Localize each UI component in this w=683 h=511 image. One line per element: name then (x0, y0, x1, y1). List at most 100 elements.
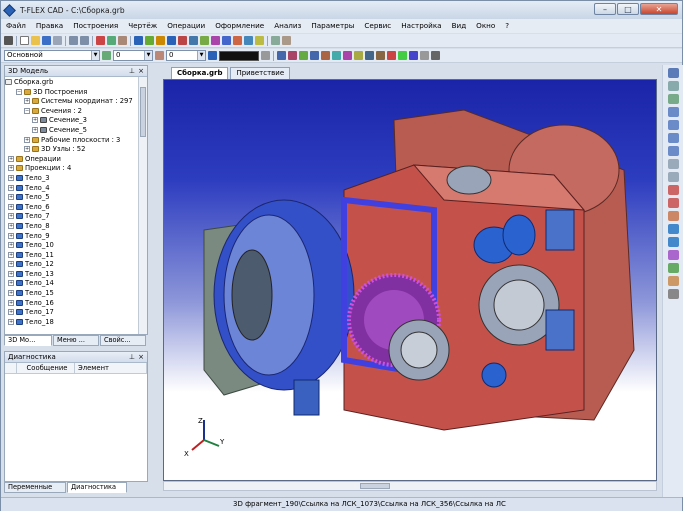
section-icon[interactable] (178, 36, 187, 45)
column-element[interactable]: Элемент (75, 363, 147, 373)
model-tree-scrollbar[interactable] (138, 77, 147, 334)
filter-12-icon[interactable] (398, 51, 407, 60)
expand-icon[interactable]: + (8, 251, 14, 258)
collapse-icon[interactable]: − (16, 88, 22, 95)
close-icon[interactable]: × (138, 352, 144, 362)
color-dropdown-icon[interactable] (261, 51, 270, 60)
tree-node[interactable]: + Тело_15 (5, 289, 138, 299)
3d-viewport[interactable]: Z X Y (163, 79, 657, 481)
zoom-prev-icon[interactable] (668, 159, 679, 169)
ruler-icon[interactable] (668, 289, 679, 299)
filter-10-icon[interactable] (376, 51, 385, 60)
redo-icon[interactable] (80, 36, 89, 45)
expand-icon[interactable]: + (8, 290, 14, 297)
filter-13-icon[interactable] (409, 51, 418, 60)
tree-root[interactable]: Сборка.grb (5, 78, 138, 88)
zoom-out-icon[interactable] (668, 120, 679, 130)
variables-icon[interactable] (244, 36, 253, 45)
filter-5-icon[interactable] (321, 51, 330, 60)
hidden-lines-icon[interactable] (668, 237, 679, 247)
menu-annotation[interactable]: Оформление (210, 19, 269, 33)
expand-icon[interactable]: + (8, 299, 14, 306)
tree-node[interactable]: + Тело_11 (5, 251, 138, 261)
tab-assembly-doc[interactable]: Сборка.grb (171, 67, 229, 79)
section-view-icon[interactable] (668, 250, 679, 260)
expand-icon[interactable]: + (24, 136, 30, 143)
tree-node[interactable]: +3D Узлы : 52 (5, 145, 138, 155)
grid-icon[interactable] (145, 36, 154, 45)
filter-1-icon[interactable] (277, 51, 286, 60)
expand-icon[interactable]: + (8, 232, 14, 239)
cut-icon[interactable] (96, 36, 105, 45)
tree-node[interactable]: + Тело_13 (5, 270, 138, 280)
tab-diagnostics[interactable]: Диагностика (67, 482, 127, 493)
collapse-icon[interactable]: − (24, 107, 30, 114)
render-icon[interactable] (222, 36, 231, 45)
zoom-next-icon[interactable] (668, 172, 679, 182)
tree-node[interactable]: + Тело_16 (5, 299, 138, 309)
menu-settings[interactable]: Настройка (396, 19, 446, 33)
expand-icon[interactable]: + (24, 146, 30, 153)
tree-node[interactable]: + Тело_12 (5, 260, 138, 270)
expand-icon[interactable]: + (8, 194, 14, 201)
tree-node[interactable]: + Тело_14 (5, 279, 138, 289)
tree-node[interactable]: + Операции (5, 155, 138, 165)
tree-node[interactable]: + Тело_17 (5, 308, 138, 318)
expand-icon[interactable]: + (8, 318, 14, 325)
close-icon[interactable]: × (138, 66, 144, 76)
zoom-fit-icon[interactable] (668, 146, 679, 156)
wireframe-icon[interactable] (668, 224, 679, 234)
calc-icon[interactable] (282, 36, 291, 45)
line-style-combo[interactable]: 0 ▼ (166, 50, 206, 61)
parts-icon[interactable] (200, 36, 209, 45)
tree-node[interactable]: + Тело_9 (5, 232, 138, 242)
expand-icon[interactable]: + (8, 280, 14, 287)
menu-construct[interactable]: Построения (68, 19, 123, 33)
pan-icon[interactable] (668, 81, 679, 91)
tree-node[interactable]: − Сечения : 2 (5, 107, 138, 117)
tree-node[interactable]: − 3D Построения (5, 88, 138, 98)
menu-help[interactable]: ? (500, 19, 514, 33)
assembly-icon[interactable] (189, 36, 198, 45)
zoom-window-icon[interactable] (668, 133, 679, 143)
select-icon[interactable] (668, 68, 679, 78)
menu-parameters[interactable]: Параметры (306, 19, 359, 33)
layers-icon[interactable] (156, 36, 165, 45)
filter-9-icon[interactable] (365, 51, 374, 60)
tab-properties[interactable]: Свойс... (100, 335, 146, 346)
tree-node[interactable]: + Сечение_5 (5, 126, 138, 136)
menu-file[interactable]: Файл (1, 19, 31, 33)
tree-node[interactable]: + Проекции : 4 (5, 164, 138, 174)
filter-8-icon[interactable] (354, 51, 363, 60)
bom-icon[interactable] (255, 36, 264, 45)
tab-welcome[interactable]: Приветствие (230, 67, 291, 79)
pin-icon[interactable] (271, 36, 280, 45)
filter-15-icon[interactable] (431, 51, 440, 60)
expand-icon[interactable]: + (32, 117, 38, 124)
expand-icon[interactable]: + (8, 174, 14, 181)
save-icon[interactable] (42, 36, 51, 45)
expand-icon[interactable]: + (8, 184, 14, 191)
view-iso-icon[interactable] (668, 198, 679, 208)
menu-view[interactable]: Вид (447, 19, 472, 33)
view-front-icon[interactable] (668, 185, 679, 195)
snap-icon[interactable] (134, 36, 143, 45)
pin-icon[interactable]: ⊥ (129, 66, 135, 76)
layer-combo[interactable]: Основной ▼ (4, 50, 100, 61)
expand-icon[interactable]: + (32, 126, 38, 133)
expand-icon[interactable]: + (8, 222, 14, 229)
tree-node[interactable]: + Тело_4 (5, 184, 138, 194)
minimize-button[interactable]: – (594, 3, 616, 15)
filter-3-icon[interactable] (299, 51, 308, 60)
tree-node[interactable]: + Тело_10 (5, 241, 138, 251)
filter-14-icon[interactable] (420, 51, 429, 60)
expand-icon[interactable]: + (8, 242, 14, 249)
maximize-button[interactable]: □ (617, 3, 639, 15)
rotate-icon[interactable] (668, 94, 679, 104)
menu-operations[interactable]: Операции (162, 19, 210, 33)
print-icon[interactable] (53, 36, 62, 45)
model-icon[interactable] (167, 36, 176, 45)
tree-node[interactable]: + Рабочие плоскости : 3 (5, 136, 138, 146)
tree-node[interactable]: + Тело_6 (5, 203, 138, 213)
expand-icon[interactable]: + (8, 261, 14, 268)
